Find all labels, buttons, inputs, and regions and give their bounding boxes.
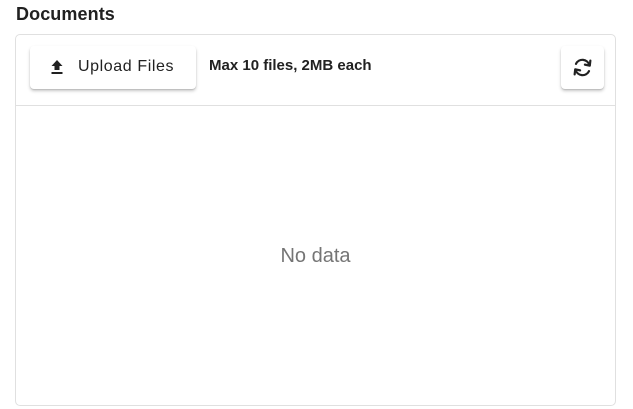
upload-icon — [49, 59, 65, 75]
refresh-icon — [571, 56, 594, 79]
documents-toolbar: Upload Files Max 10 files, 2MB each — [16, 35, 615, 106]
refresh-button[interactable] — [561, 46, 604, 89]
empty-state-text: No data — [280, 245, 351, 267]
upload-files-label: Upload Files — [78, 58, 175, 75]
documents-panel: Upload Files Max 10 files, 2MB each No d… — [15, 34, 616, 406]
upload-files-button[interactable]: Upload Files — [30, 46, 196, 89]
upload-limit-text: Max 10 files, 2MB each — [209, 57, 372, 74]
documents-list: No data — [16, 106, 615, 405]
section-title: Documents — [16, 4, 115, 24]
